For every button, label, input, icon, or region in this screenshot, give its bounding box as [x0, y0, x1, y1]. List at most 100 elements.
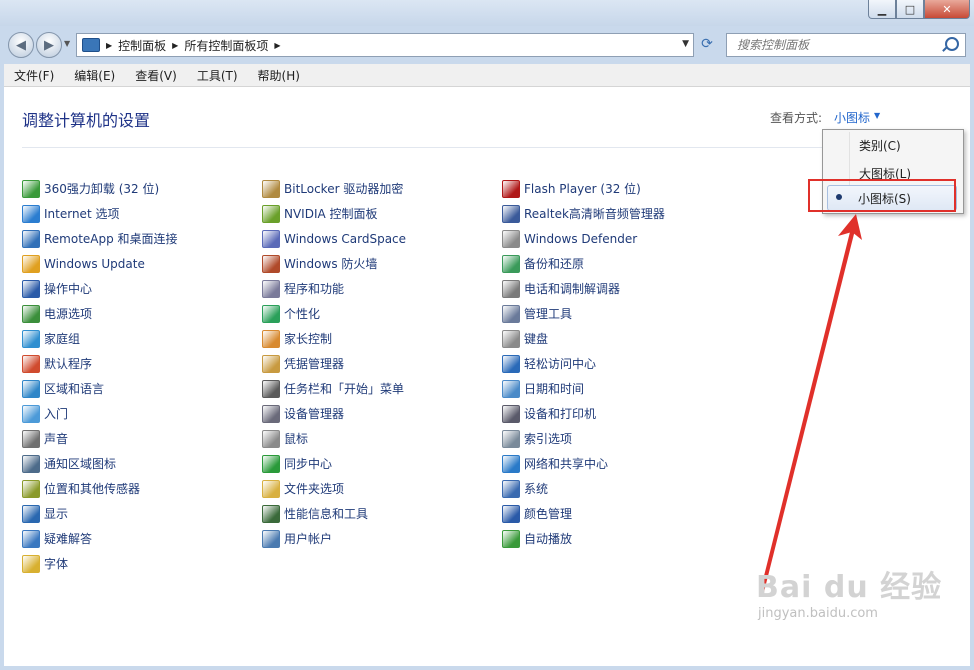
control-panel-item-label: 声音	[44, 432, 69, 446]
control-panel-item[interactable]: RemoteApp 和桌面连接	[22, 226, 178, 251]
control-panel-item[interactable]: 自动播放	[502, 526, 665, 551]
view-option-category[interactable]: 类别(C)	[825, 133, 959, 157]
control-panel-item[interactable]: Windows CardSpace	[262, 226, 406, 251]
page-title: 调整计算机的设置	[22, 111, 151, 130]
control-panel-item-icon	[502, 529, 520, 548]
control-panel-item[interactable]: 操作中心	[22, 276, 178, 301]
control-panel-item[interactable]: 性能信息和工具	[262, 501, 406, 526]
back-button[interactable]: ◀	[8, 32, 34, 58]
control-panel-item[interactable]: Realtek高清晰音频管理器	[502, 201, 665, 226]
back-arrow-icon: ◀	[16, 37, 26, 53]
control-panel-item[interactable]: 备份和还原	[502, 251, 665, 276]
control-panel-item[interactable]: 文件夹选项	[262, 476, 406, 501]
watermark-url: jingyan.baidu.com	[758, 606, 878, 621]
control-panel-item[interactable]: 电话和调制解调器	[502, 276, 665, 301]
control-panel-item[interactable]: 声音	[22, 426, 178, 451]
address-dropdown-icon[interactable]: ▼	[682, 39, 689, 49]
search-icon[interactable]	[945, 37, 959, 51]
control-panel-item[interactable]: 鼠标	[262, 426, 406, 451]
menu-file[interactable]: 文件(F)	[4, 67, 64, 84]
control-panel-item-label: 家长控制	[284, 332, 333, 346]
control-panel-item-icon	[262, 479, 280, 498]
control-panel-item-label: 设备和打印机	[524, 407, 597, 421]
control-panel-item[interactable]: 网络和共享中心	[502, 451, 665, 476]
control-panel-item[interactable]: 管理工具	[502, 301, 665, 326]
control-panel-item[interactable]: 系统	[502, 476, 665, 501]
control-panel-item[interactable]: Windows 防火墙	[262, 251, 406, 276]
control-panel-item[interactable]: 入门	[22, 401, 178, 426]
minimize-button[interactable]: ▁	[868, 0, 896, 19]
control-panel-item[interactable]: 键盘	[502, 326, 665, 351]
control-panel-item[interactable]: 位置和其他传感器	[22, 476, 178, 501]
control-panel-item[interactable]: Internet 选项	[22, 201, 178, 226]
control-panel-item-icon	[262, 504, 280, 523]
control-panel-item[interactable]: Windows Defender	[502, 226, 665, 251]
refresh-button[interactable]: ⟳	[696, 33, 718, 55]
menu-edit[interactable]: 编辑(E)	[64, 67, 125, 84]
search-input[interactable]	[735, 37, 939, 53]
recent-pages-dropdown[interactable]: ▼	[64, 39, 70, 48]
control-panel-item-label: Windows Defender	[524, 231, 638, 246]
control-panel-item[interactable]: 颜色管理	[502, 501, 665, 526]
control-panel-item[interactable]: BitLocker 驱动器加密	[262, 176, 406, 201]
control-panel-item-label: 字体	[44, 557, 69, 571]
control-panel-item-label: 入门	[44, 407, 69, 421]
forward-button[interactable]: ▶	[36, 32, 62, 58]
control-panel-item[interactable]: Windows Update	[22, 251, 178, 276]
breadcrumb-all-items[interactable]: 所有控制面板项	[184, 37, 268, 54]
control-panel-item-label: 日期和时间	[524, 382, 585, 396]
chevron-down-icon[interactable]: ▼	[874, 111, 880, 120]
maximize-button[interactable]: □	[896, 0, 924, 19]
control-panel-item-label: Internet 选项	[44, 207, 120, 221]
breadcrumb-separator-icon[interactable]: ▶	[274, 41, 280, 50]
control-panel-item[interactable]: 通知区域图标	[22, 451, 178, 476]
control-panel-item[interactable]: 同步中心	[262, 451, 406, 476]
control-panel-item[interactable]: 日期和时间	[502, 376, 665, 401]
search-box[interactable]	[726, 33, 966, 57]
control-panel-item-label: Windows 防火墙	[284, 257, 378, 271]
control-panel-item[interactable]: 疑难解答	[22, 526, 178, 551]
control-panel-item-icon	[262, 204, 280, 223]
control-panel-item[interactable]: 程序和功能	[262, 276, 406, 301]
menu-tools[interactable]: 工具(T)	[187, 67, 248, 84]
breadcrumb-separator-icon[interactable]: ▶	[172, 41, 178, 50]
breadcrumb-control-panel[interactable]: 控制面板	[118, 37, 166, 54]
control-panel-item[interactable]: NVIDIA 控制面板	[262, 201, 406, 226]
control-panel-item-icon	[22, 379, 40, 398]
baidu-watermark: Bai du 经验 jingyan.baidu.com	[756, 562, 966, 662]
control-panel-item[interactable]: 360强力卸载 (32 位)	[22, 176, 178, 201]
control-panel-item[interactable]: 用户帐户	[262, 526, 406, 551]
title-bar[interactable]: ▁ □ ✕	[0, 0, 974, 26]
breadcrumb-separator-icon[interactable]: ▶	[106, 41, 112, 50]
control-panel-item-icon	[262, 529, 280, 548]
control-panel-item-icon	[502, 504, 520, 523]
control-panel-item[interactable]: 个性化	[262, 301, 406, 326]
menu-bar: 文件(F) 编辑(E) 查看(V) 工具(T) 帮助(H)	[4, 64, 970, 87]
control-panel-item[interactable]: 默认程序	[22, 351, 178, 376]
control-panel-item[interactable]: 电源选项	[22, 301, 178, 326]
control-panel-item[interactable]: 设备和打印机	[502, 401, 665, 426]
control-panel-item-icon	[262, 379, 280, 398]
control-panel-item-label: 通知区域图标	[44, 457, 117, 471]
view-by-dropdown[interactable]: 小图标	[834, 109, 870, 126]
control-panel-item[interactable]: 凭据管理器	[262, 351, 406, 376]
control-panel-item[interactable]: 字体	[22, 551, 178, 576]
menu-help[interactable]: 帮助(H)	[248, 67, 310, 84]
control-panel-item[interactable]: 索引选项	[502, 426, 665, 451]
control-panel-item[interactable]: 区域和语言	[22, 376, 178, 401]
control-panel-item[interactable]: Flash Player (32 位)	[502, 176, 665, 201]
control-panel-item[interactable]: 显示	[22, 501, 178, 526]
control-panel-item[interactable]: 任务栏和「开始」菜单	[262, 376, 406, 401]
control-panel-item-label: 操作中心	[44, 282, 93, 296]
control-panel-item[interactable]: 轻松访问中心	[502, 351, 665, 376]
address-bar[interactable]: ▶ 控制面板 ▶ 所有控制面板项 ▶ ▼	[76, 33, 694, 57]
menu-view[interactable]: 查看(V)	[125, 67, 187, 84]
control-panel-item[interactable]: 设备管理器	[262, 401, 406, 426]
control-panel-item-icon	[502, 229, 520, 248]
control-panel-item[interactable]: 家长控制	[262, 326, 406, 351]
control-panel-item[interactable]: 家庭组	[22, 326, 178, 351]
control-panel-item-icon	[22, 504, 40, 523]
control-panel-item-icon	[502, 454, 520, 473]
control-panel-item-icon	[22, 429, 40, 448]
close-button[interactable]: ✕	[924, 0, 970, 19]
